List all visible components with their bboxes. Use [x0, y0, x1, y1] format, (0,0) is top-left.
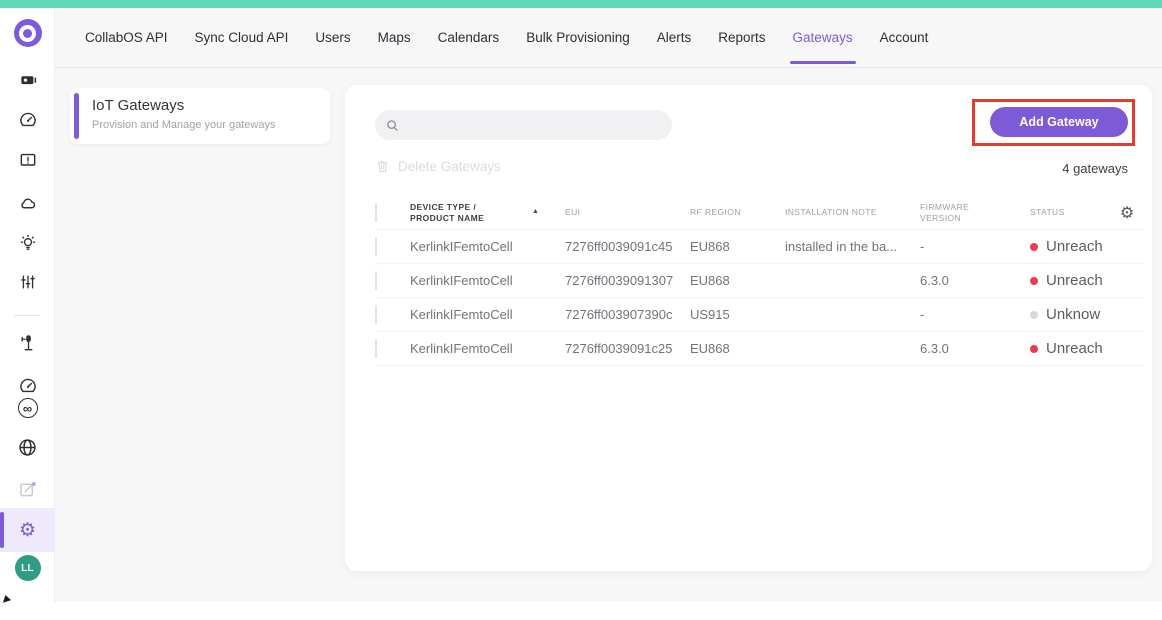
cell-installation-note: installed in the ba... — [785, 239, 920, 254]
settings-gear-icon: ⚙ — [0, 520, 55, 540]
tab-bulk-provisioning[interactable]: Bulk Provisioning — [526, 30, 630, 45]
add-gateway-button[interactable]: Add Gateway — [990, 107, 1128, 137]
delete-gateways-button[interactable]: Delete Gateways — [375, 159, 501, 174]
tab-alerts[interactable]: Alerts — [657, 30, 692, 45]
status-dot — [1030, 243, 1038, 251]
sidebar: ∞ ⚙ LL — [0, 8, 55, 602]
status-label: Unreach — [1046, 340, 1103, 357]
row-checkbox[interactable] — [375, 339, 377, 358]
dashboard-icon[interactable] — [0, 108, 55, 132]
sliders-icon[interactable] — [0, 270, 55, 294]
search-box[interactable] — [375, 110, 672, 140]
tab-maps[interactable]: Maps — [378, 30, 411, 45]
column-rf-region[interactable]: RF Region — [690, 207, 785, 218]
cursor-artifact — [3, 595, 12, 605]
table-settings-gear-icon[interactable]: ⚙ — [1112, 203, 1142, 223]
sync-logo — [14, 19, 42, 47]
cell-eui: 7276ff0039091c45 — [565, 239, 690, 254]
infinity-icon[interactable]: ∞ — [0, 396, 55, 420]
cloud-icon[interactable] — [0, 192, 55, 216]
cell-device-name: KerlinkIFemtoCell — [410, 341, 565, 356]
cell-rf-region: EU868 — [690, 341, 785, 356]
column-eui[interactable]: EUI — [565, 207, 690, 218]
cell-firmware-version: 6.3.0 — [920, 273, 1030, 288]
status-dot — [1030, 345, 1038, 353]
gear-glyph: ⚙ — [19, 521, 36, 540]
cell-status: Unreach — [1030, 238, 1112, 255]
gateways-card: Add Gateway Delete Gateways 4 gateways D… — [345, 85, 1152, 571]
tab-gateways[interactable]: Gateways — [793, 30, 853, 45]
app-window: ∞ ⚙ LL CollabOS API Sync Cloud API Users… — [0, 0, 1162, 620]
cell-eui: 7276ff003907390c — [565, 307, 690, 322]
row-checkbox[interactable] — [375, 237, 377, 256]
table-row[interactable]: KerlinkIFemtoCell 7276ff0039091c45 EU868… — [375, 230, 1145, 264]
panel-title: IoT Gateways — [92, 97, 184, 114]
search-icon — [385, 118, 400, 133]
cell-rf-region: EU868 — [690, 273, 785, 288]
sidebar-item-iot-gateways[interactable]: IoT Gateways Provision and Manage your g… — [70, 88, 330, 144]
search-input[interactable] — [400, 118, 672, 133]
cell-device-name: KerlinkIFemtoCell — [410, 239, 565, 254]
sidebar-divider — [14, 315, 40, 316]
infinity-glyph: ∞ — [18, 398, 38, 418]
status-dot — [1030, 311, 1038, 319]
column-installation-note[interactable]: Installation Note — [785, 207, 920, 218]
status-dot — [1030, 277, 1038, 285]
cell-status: Unreach — [1030, 340, 1112, 357]
table-header-row: Device Type / Product Name ▲ EUI RF Regio… — [375, 196, 1145, 230]
cell-eui: 7276ff0039091307 — [565, 273, 690, 288]
table-row[interactable]: KerlinkIFemtoCell 7276ff0039091c25 EU868… — [375, 332, 1145, 366]
display-alert-icon[interactable] — [0, 148, 55, 172]
status-label: Unreach — [1046, 272, 1103, 289]
column-firmware-version[interactable]: Firmware Version — [920, 202, 984, 223]
video-bar-icon[interactable] — [0, 68, 55, 92]
trash-icon — [375, 159, 390, 174]
cell-device-name: KerlinkIFemtoCell — [410, 273, 565, 288]
delete-gateways-label: Delete Gateways — [398, 159, 501, 174]
cell-status: Unknow — [1030, 306, 1112, 323]
cell-status: Unreach — [1030, 272, 1112, 289]
dashboard2-icon[interactable] — [0, 374, 55, 398]
main-content: CollabOS API Sync Cloud API Users Maps C… — [55, 8, 1162, 602]
row-checkbox[interactable] — [375, 271, 377, 290]
cell-firmware-version: - — [920, 239, 1030, 254]
tab-users[interactable]: Users — [315, 30, 350, 45]
gateways-table: Device Type / Product Name ▲ EUI RF Regio… — [375, 196, 1145, 366]
column-status[interactable]: Status — [1030, 207, 1112, 218]
gateway-count: 4 gateways — [1062, 161, 1128, 176]
cell-rf-region: US915 — [690, 307, 785, 322]
sort-asc-icon[interactable]: ▲ — [532, 208, 539, 215]
cell-device-name: KerlinkIFemtoCell — [410, 307, 565, 322]
cell-firmware-version: - — [920, 307, 1030, 322]
sidebar-item-settings[interactable]: ⚙ — [0, 508, 55, 552]
tab-sync-cloud-api[interactable]: Sync Cloud API — [195, 30, 289, 45]
row-checkbox[interactable] — [375, 305, 377, 324]
panel-subtitle: Provision and Manage your gateways — [92, 119, 275, 131]
cell-rf-region: EU868 — [690, 239, 785, 254]
status-label: Unreach — [1046, 238, 1103, 255]
status-label: Unknow — [1046, 306, 1100, 323]
cell-firmware-version: 6.3.0 — [920, 341, 1030, 356]
top-accent-bar — [0, 0, 1162, 8]
table-row[interactable]: KerlinkIFemtoCell 7276ff0039091307 EU868… — [375, 264, 1145, 298]
tab-bar: CollabOS API Sync Cloud API Users Maps C… — [55, 8, 1162, 68]
globe-icon[interactable] — [0, 435, 55, 459]
table-row[interactable]: KerlinkIFemtoCell 7276ff003907390c US915… — [375, 298, 1145, 332]
user-avatar[interactable]: LL — [0, 555, 55, 581]
sync-logo-icon[interactable] — [0, 19, 55, 47]
avatar: LL — [15, 555, 41, 581]
cell-eui: 7276ff0039091c25 — [565, 341, 690, 356]
podium-mic-icon[interactable] — [0, 330, 55, 356]
tab-calendars[interactable]: Calendars — [438, 30, 500, 45]
select-all-checkbox[interactable] — [375, 203, 377, 222]
tab-reports[interactable]: Reports — [718, 30, 765, 45]
column-name[interactable]: Device Type / Product Name — [410, 202, 522, 223]
compose-icon[interactable] — [0, 476, 55, 502]
tab-collabos-api[interactable]: CollabOS API — [85, 30, 168, 45]
tab-account[interactable]: Account — [880, 30, 929, 45]
selected-accent-bar — [74, 93, 79, 139]
idea-bulb-icon[interactable] — [0, 230, 55, 256]
